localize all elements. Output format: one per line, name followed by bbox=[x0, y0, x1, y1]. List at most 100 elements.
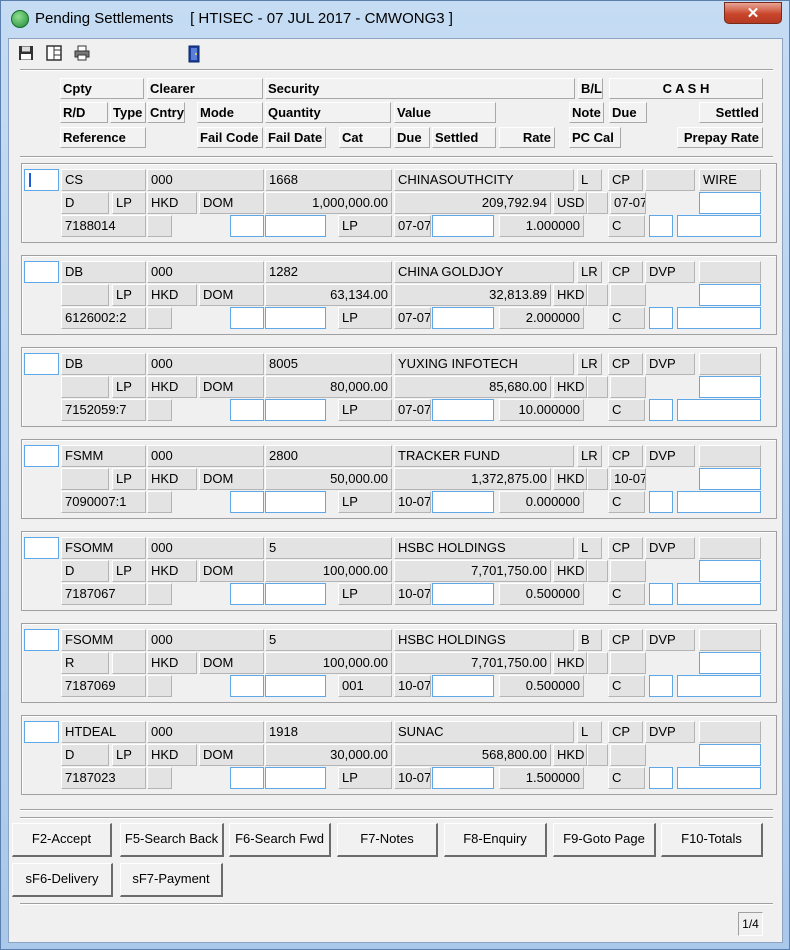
reference-cell: 7187067 bbox=[61, 583, 146, 605]
prepay-flag-field[interactable] bbox=[649, 767, 673, 789]
settled-date-field[interactable] bbox=[432, 491, 494, 513]
cpty-cell: DB bbox=[61, 353, 146, 375]
column-layout-icon[interactable] bbox=[45, 45, 63, 63]
rd-cell bbox=[61, 376, 109, 398]
cntry-cell: HKD bbox=[147, 560, 197, 582]
delivery-button[interactable]: sF6-Delivery bbox=[12, 863, 113, 897]
settled-field[interactable] bbox=[699, 744, 761, 766]
type-cell: LP bbox=[112, 192, 146, 214]
exit-door-icon[interactable] bbox=[185, 45, 203, 63]
due-date-cell bbox=[610, 376, 646, 398]
select-field[interactable] bbox=[24, 169, 59, 191]
select-field[interactable] bbox=[24, 629, 59, 651]
totals-button[interactable]: F10-Totals bbox=[661, 823, 763, 857]
settled-field[interactable] bbox=[699, 560, 761, 582]
search-forward-button[interactable]: F6-Search Fwd bbox=[229, 823, 331, 857]
prepay-rate-field[interactable] bbox=[677, 491, 761, 513]
fail-code-field[interactable] bbox=[230, 491, 264, 513]
close-button[interactable]: ✕ bbox=[724, 2, 782, 24]
fail-date-field[interactable] bbox=[265, 215, 326, 237]
prepay-rate-field[interactable] bbox=[677, 307, 761, 329]
settlement-record: FSMM 000 2800 TRACKER FUND LR CP DVP LP … bbox=[21, 439, 777, 519]
settled-date-field[interactable] bbox=[432, 399, 494, 421]
settled-field[interactable] bbox=[699, 468, 761, 490]
button-area-separator bbox=[20, 817, 773, 819]
settled-field[interactable] bbox=[699, 376, 761, 398]
title-bar[interactable]: Pending Settlements [ HTISEC - 07 JUL 20… bbox=[1, 1, 789, 37]
security-name-cell: HSBC HOLDINGS bbox=[394, 629, 574, 651]
fail-date-field[interactable] bbox=[265, 583, 326, 605]
settled-date-field[interactable] bbox=[432, 767, 494, 789]
security-code-cell: 1668 bbox=[265, 169, 392, 191]
security-code-cell: 8005 bbox=[265, 353, 392, 375]
select-field[interactable] bbox=[24, 721, 59, 743]
fail-code-field[interactable] bbox=[230, 675, 264, 697]
settled-date-field[interactable] bbox=[432, 675, 494, 697]
fail-date-field[interactable] bbox=[265, 399, 326, 421]
printer-icon[interactable] bbox=[73, 45, 91, 63]
value-cell: 568,800.00 bbox=[394, 744, 551, 766]
prepay-rate-field[interactable] bbox=[677, 675, 761, 697]
search-back-button[interactable]: F5-Search Back bbox=[120, 823, 224, 857]
prepay-flag-field[interactable] bbox=[649, 491, 673, 513]
header-cat: Cat bbox=[339, 127, 391, 148]
header-clearer: Clearer bbox=[147, 78, 263, 99]
prepay-rate-field[interactable] bbox=[677, 583, 761, 605]
notes-button[interactable]: F7-Notes bbox=[337, 823, 438, 857]
clearer-cell: 000 bbox=[147, 445, 264, 467]
accept-button[interactable]: F2-Accept bbox=[12, 823, 112, 857]
fail-date-field[interactable] bbox=[265, 307, 326, 329]
fail-code-field[interactable] bbox=[230, 583, 264, 605]
type-cell bbox=[112, 652, 146, 674]
select-field[interactable] bbox=[24, 353, 59, 375]
payment-button[interactable]: sF7-Payment bbox=[120, 863, 223, 897]
select-field[interactable] bbox=[24, 537, 59, 559]
prepay-flag-field[interactable] bbox=[649, 583, 673, 605]
prepay-rate-field[interactable] bbox=[677, 215, 761, 237]
fail-date-field[interactable] bbox=[265, 491, 326, 513]
reference-cell: 7187069 bbox=[61, 675, 146, 697]
mode-cell: DVP bbox=[645, 721, 695, 743]
prepay-flag-field[interactable] bbox=[649, 675, 673, 697]
settlement-record: CS 000 1668 CHINASOUTHCITY L CP WIRE D L… bbox=[21, 163, 777, 243]
fail-code-field[interactable] bbox=[230, 767, 264, 789]
type-cell: LP bbox=[112, 560, 146, 582]
mode-cell: DVP bbox=[645, 629, 695, 651]
quantity-cell: 50,000.00 bbox=[265, 468, 392, 490]
goto-page-button[interactable]: F9-Goto Page bbox=[553, 823, 656, 857]
header-mode: Mode bbox=[197, 102, 263, 123]
settled-date-field[interactable] bbox=[432, 307, 494, 329]
prepay-rate-field[interactable] bbox=[677, 767, 761, 789]
bl-cell: LR bbox=[577, 353, 602, 375]
settled-date-field[interactable] bbox=[432, 215, 494, 237]
prepay-flag-field[interactable] bbox=[649, 307, 673, 329]
settled-date-field[interactable] bbox=[432, 583, 494, 605]
reference-cell: 7090007:1 bbox=[61, 491, 146, 513]
prepay-flag-field[interactable] bbox=[649, 399, 673, 421]
security-code-cell: 1918 bbox=[265, 721, 392, 743]
settled-field[interactable] bbox=[699, 284, 761, 306]
currency-cell: HKD bbox=[553, 284, 587, 306]
settled-field[interactable] bbox=[699, 192, 761, 214]
rate-cell: 1.500000 bbox=[499, 767, 584, 789]
currency-cell: HKD bbox=[553, 560, 587, 582]
rd-cell: D bbox=[61, 192, 109, 214]
pc-cal-cell: C bbox=[608, 767, 645, 789]
prepay-flag-field[interactable] bbox=[649, 215, 673, 237]
cp-cell: CP bbox=[608, 721, 643, 743]
type-cell: LP bbox=[112, 284, 146, 306]
enquiry-button[interactable]: F8-Enquiry bbox=[444, 823, 547, 857]
select-field[interactable] bbox=[24, 445, 59, 467]
fail-code-field[interactable] bbox=[230, 307, 264, 329]
select-field[interactable] bbox=[24, 261, 59, 283]
fail-code-field[interactable] bbox=[230, 399, 264, 421]
floppy-disk-icon[interactable] bbox=[17, 45, 35, 63]
fail-date-field[interactable] bbox=[265, 675, 326, 697]
note-cell bbox=[587, 284, 608, 306]
settled-field[interactable] bbox=[699, 652, 761, 674]
prepay-rate-field[interactable] bbox=[677, 399, 761, 421]
fail-date-field[interactable] bbox=[265, 767, 326, 789]
bl-cell: L bbox=[577, 721, 602, 743]
pc-cal-cell: C bbox=[608, 675, 645, 697]
fail-code-field[interactable] bbox=[230, 215, 264, 237]
